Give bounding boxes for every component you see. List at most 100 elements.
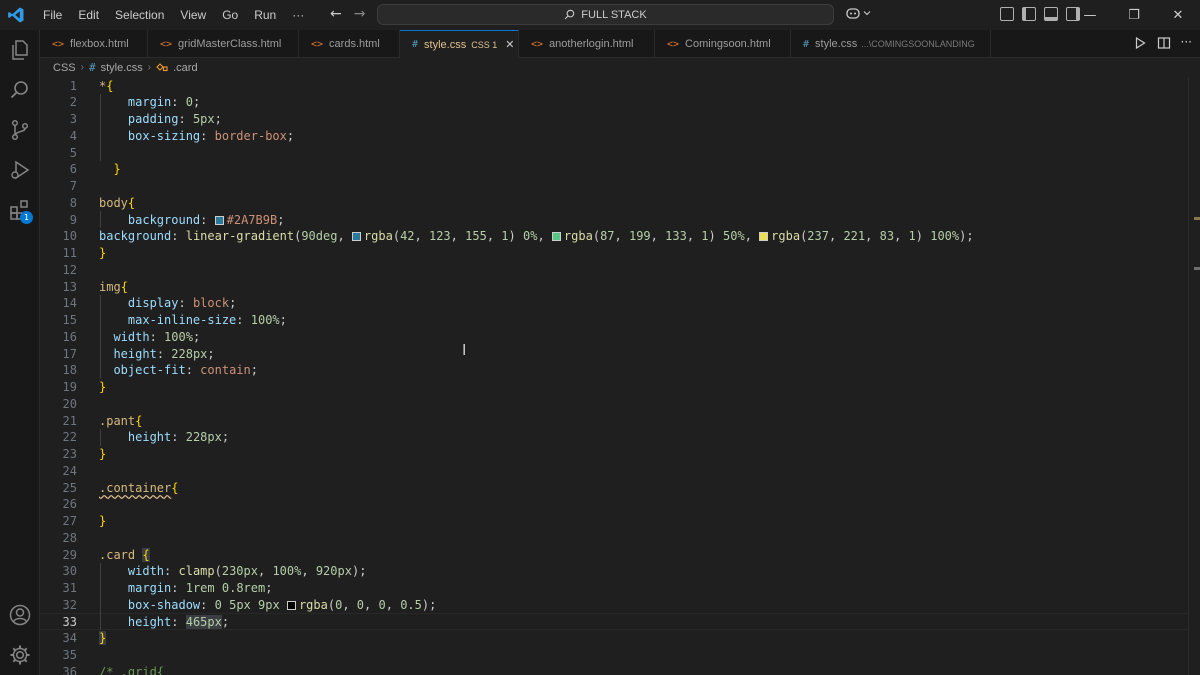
tab-gridmasterclass-html[interactable]: <> gridMasterClass.html [148, 30, 299, 58]
code-line[interactable]: 36 /* .grid{ [40, 663, 1188, 675]
code-line[interactable]: 24 [40, 462, 1188, 479]
code-line[interactable]: 4 box-sizing: border-box; [40, 127, 1188, 144]
code-text: } [99, 631, 107, 646]
code-line[interactable]: 29 .card { [40, 546, 1188, 563]
color-swatch[interactable] [214, 215, 224, 225]
minimize-icon[interactable]: — [1068, 0, 1112, 30]
line-number: 36 [62, 664, 77, 675]
code-line[interactable]: 9 background: #2A7B9B; [40, 211, 1188, 228]
code-text: box-sizing: border-box; [127, 128, 295, 143]
code-line[interactable]: 26 [40, 496, 1188, 513]
code-line[interactable]: 18 object-fit: contain; [40, 362, 1188, 379]
code-line[interactable]: 35 [40, 647, 1188, 664]
tab-style-css-active[interactable]: # style.css CSS 1 ✕ [400, 30, 519, 58]
menu-more[interactable]: ··· [284, 8, 312, 22]
back-arrow-icon[interactable]: ← [330, 6, 342, 22]
code-line[interactable]: 13 img{ [40, 278, 1188, 295]
gear-icon[interactable] [8, 643, 32, 667]
code-line[interactable]: 27} [40, 513, 1188, 530]
code-editor[interactable]: 1 *{2 margin: 0; 3 padding: 5px; 4 box-sizi… [40, 77, 1188, 675]
search-sidebar-icon[interactable] [8, 78, 32, 102]
color-swatch[interactable] [351, 232, 361, 242]
breadcrumb-symbol[interactable]: .card [173, 62, 197, 74]
line-number: 2 [69, 95, 77, 110]
code-line[interactable]: 16 width: 100%; [40, 328, 1188, 345]
menu-edit[interactable]: Edit [70, 8, 107, 22]
close-icon[interactable]: ✕ [505, 38, 514, 51]
indent-guide [100, 428, 101, 446]
vscode-logo-icon[interactable] [7, 6, 25, 24]
forward-arrow-icon[interactable]: → [354, 6, 366, 22]
code-line[interactable]: 22 height: 228px; [40, 429, 1188, 446]
color-swatch[interactable] [551, 232, 561, 242]
code-line[interactable]: 7 [40, 178, 1188, 195]
code-line[interactable]: 20 [40, 395, 1188, 412]
code-line[interactable]: 10 background: linear-gradient(90deg, rgb… [40, 228, 1188, 245]
explorer-icon[interactable] [8, 38, 32, 62]
copilot-button[interactable] [845, 6, 871, 20]
code-line[interactable]: 2 margin: 0; [40, 94, 1188, 111]
color-swatch[interactable] [286, 600, 296, 610]
code-line[interactable]: 30 width: clamp(230px, 100%, 920px); [40, 563, 1188, 580]
line-number: 22 [62, 430, 77, 445]
breadcrumb: CSS › # style.css › .card [40, 58, 1200, 77]
code-line[interactable]: 28 [40, 529, 1188, 546]
code-line[interactable]: 25 .container{ [40, 479, 1188, 496]
tab-style-css-comingsoon[interactable]: # style.css ...\COMINGSOONLANDING [791, 30, 991, 58]
code-line[interactable]: 21 .pant{ [40, 412, 1188, 429]
menu-run[interactable]: Run [246, 8, 284, 22]
line-number: 25 [62, 480, 77, 495]
code-line[interactable]: 19} [40, 379, 1188, 396]
close-window-icon[interactable]: ✕ [1156, 0, 1200, 30]
line-number: 9 [69, 212, 77, 227]
toggle-primary-sidebar-icon[interactable] [1022, 7, 1036, 21]
breadcrumb-file[interactable]: style.css [101, 62, 143, 74]
html-file-icon: <> [531, 38, 544, 50]
code-line[interactable]: 3 padding: 5px; [40, 111, 1188, 128]
tab-flexbox-html[interactable]: <> flexbox.html [40, 30, 148, 58]
scrollbar-marker [1194, 217, 1200, 220]
run-debug-icon[interactable] [8, 158, 32, 182]
tab-cards-html[interactable]: <> cards.html [299, 30, 400, 58]
more-actions-icon[interactable]: ··· [1181, 36, 1192, 50]
code-line[interactable]: 23} [40, 446, 1188, 463]
code-text: box-shadow: 0 5px 9px rgba(0, 0, 0, 0.5)… [127, 597, 437, 612]
line-number: 10 [62, 229, 77, 244]
code-line[interactable]: 17 height: 228px; [40, 345, 1188, 362]
line-number: 6 [69, 162, 77, 177]
code-line[interactable]: 15 max-inline-size: 100%; [40, 312, 1188, 329]
code-line[interactable]: 5 [40, 144, 1188, 161]
code-line[interactable]: 33 height: 465px; [40, 613, 1188, 630]
restore-icon[interactable]: ❐ [1112, 0, 1156, 30]
menu-selection[interactable]: Selection [107, 8, 172, 22]
menu-file[interactable]: File [35, 8, 70, 22]
menu-view[interactable]: View [172, 8, 214, 22]
vertical-scrollbar[interactable] [1188, 77, 1200, 675]
code-line[interactable]: 14 display: block; [40, 295, 1188, 312]
tab-label: gridMasterClass.html [178, 38, 282, 50]
toggle-panel-icon[interactable] [1044, 7, 1058, 21]
tab-comingsoon-html[interactable]: <> Comingsoon.html [655, 30, 791, 58]
command-center[interactable]: FULL STACK [377, 4, 834, 25]
color-swatch[interactable] [759, 232, 769, 242]
code-text: background: linear-gradient(90deg, rgba(… [99, 229, 974, 244]
code-line[interactable]: 8 body{ [40, 194, 1188, 211]
code-line[interactable]: 1 *{ [40, 77, 1188, 94]
code-line[interactable]: 6 } [40, 161, 1188, 178]
customize-layout-icon[interactable] [1000, 7, 1014, 21]
account-icon[interactable] [8, 603, 32, 627]
code-line[interactable]: 34} [40, 630, 1188, 647]
menu-go[interactable]: Go [214, 8, 246, 22]
breadcrumb-folder[interactable]: CSS [53, 62, 76, 74]
source-control-icon[interactable] [8, 118, 32, 142]
line-number: 31 [62, 581, 77, 595]
split-editor-icon[interactable] [1157, 36, 1171, 50]
code-line[interactable]: 32 box-shadow: 0 5px 9px rgba(0, 0, 0, 0… [40, 596, 1188, 613]
code-line[interactable]: 11} [40, 245, 1188, 262]
run-icon[interactable] [1133, 36, 1147, 50]
code-line[interactable]: 31 margin: 1rem 0.8rem; [40, 580, 1188, 597]
line-number: 7 [69, 179, 77, 193]
code-text: object-fit: contain; [113, 363, 258, 378]
code-line[interactable]: 12 [40, 261, 1188, 278]
tab-anotherlogin-html[interactable]: <> anotherlogin.html [519, 30, 655, 58]
